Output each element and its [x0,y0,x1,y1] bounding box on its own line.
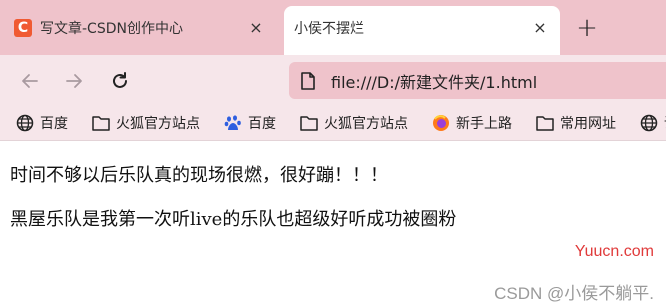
paragraph-1: 时间不够以后乐队真的现场很燃，很好蹦！！！ [10,165,388,186]
bookmark-courses[interactable]: 课程 [624,106,666,140]
baidu-paw-icon [224,114,242,132]
forward-button[interactable] [58,65,90,97]
arrow-right-icon [66,74,82,88]
firefox-icon [432,114,450,132]
bookmark-common-sites[interactable]: 常用网址 [520,106,624,140]
bookmark-label: 百度 [40,116,68,132]
tab-csdn-editor[interactable]: C 写文章-CSDN创作中心 × [8,6,276,49]
bookmark-baidu[interactable]: 百度 [0,106,76,140]
csdn-favicon-icon: C [14,18,32,37]
bookmark-label: 新手上路 [456,116,512,132]
globe-icon [16,114,34,132]
address-bar[interactable]: file:///D:/新建文件夹/1.html [289,62,666,99]
folder-icon [92,114,110,132]
bookmark-getting-started[interactable]: 新手上路 [416,106,520,140]
bookmark-firefox-sites-2[interactable]: 火狐官方站点 [284,106,416,140]
navigation-toolbar: file:///D:/新建文件夹/1.html [0,55,666,106]
site-watermark: Yuucn.com [574,243,654,260]
tab-title: 写文章-CSDN创作中心 [40,20,183,37]
page-content: 时间不够以后乐队真的现场很燃，很好蹦！！！ 黑屋乐队是我第一次听live的乐队也… [0,141,666,308]
bookmark-label: 百度 [248,116,276,132]
reload-icon [113,72,127,88]
bookmarks-bar: 百度 火狐官方站点 百度 火狐官方站点 新手上路 常用网址 课程 [0,106,666,141]
bookmark-label: 常用网址 [560,116,616,132]
page-icon [301,71,321,91]
globe-icon [640,114,658,132]
new-tab-button[interactable]: + [571,12,603,44]
reload-button[interactable] [104,65,136,97]
close-tab-button[interactable]: × [242,14,270,42]
paragraph-2: 黑屋乐队是我第一次听live的乐队也超级好听成功被圈粉 [10,209,457,230]
author-watermark: CSDN @小侯不躺平. [494,284,654,303]
tab-title: 小侯不摆烂 [294,20,364,37]
close-tab-button[interactable]: × [526,14,554,42]
bookmark-baidu-2[interactable]: 百度 [208,106,284,140]
folder-icon [536,114,554,132]
bookmark-label: 火狐官方站点 [116,116,200,132]
bookmark-firefox-sites[interactable]: 火狐官方站点 [76,106,208,140]
back-button[interactable] [14,65,46,97]
tab-current-page[interactable]: 小侯不摆烂 × [284,6,560,55]
url-text: file:///D:/新建文件夹/1.html [331,72,538,92]
tab-strip: C 写文章-CSDN创作中心 × 小侯不摆烂 × + [0,0,666,55]
arrow-left-icon [22,74,38,88]
bookmark-label: 火狐官方站点 [324,116,408,132]
folder-icon [300,114,318,132]
